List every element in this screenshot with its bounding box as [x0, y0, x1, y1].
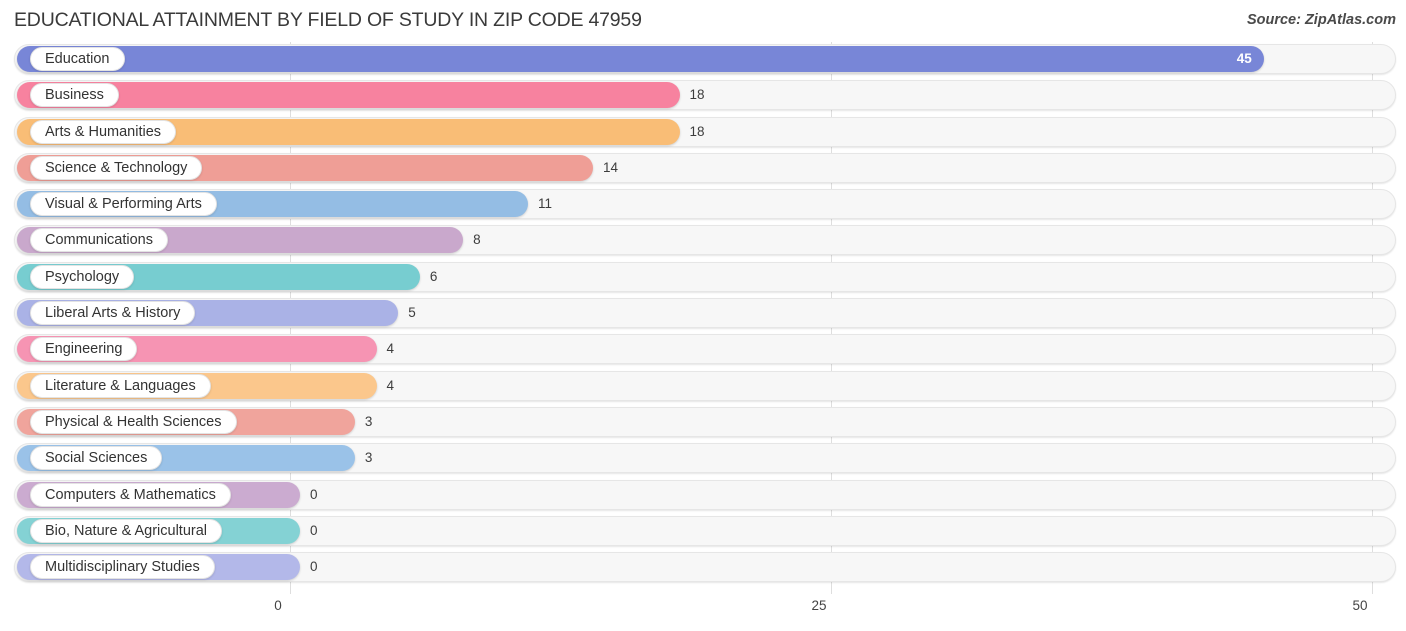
bar-value-label: 4: [386, 341, 395, 357]
bar-row: 18 Arts & Humanities: [0, 115, 1406, 151]
bar-value-label: 4: [386, 377, 395, 393]
x-axis: 0 25 50: [0, 594, 1406, 631]
chart-header: EDUCATIONAL ATTAINMENT BY FIELD OF STUDY…: [0, 0, 1406, 42]
bar-value-label: 11: [538, 196, 553, 212]
category-label: Liberal Arts & History: [30, 301, 196, 326]
bar-value-label: 0: [310, 486, 318, 502]
category-label: Multidisciplinary Studies: [30, 555, 215, 580]
bar-row: 4 Literature & Languages: [0, 369, 1406, 405]
category-label: Computers & Mathematics: [30, 482, 231, 507]
bar-row: 0 Computers & Mathematics: [0, 478, 1406, 514]
bar-value-label: 5: [408, 305, 416, 321]
x-tick-label: 25: [811, 598, 827, 613]
bar-chart-plot-area: 45 Education 18 Business 18 Arts & Humanities…: [0, 42, 1406, 594]
bar-row: 3 Physical & Health Sciences: [0, 405, 1406, 441]
bar[interactable]: 45: [17, 46, 1264, 72]
bar-value-label: 3: [364, 413, 373, 429]
category-label: Physical & Health Sciences: [30, 409, 237, 434]
x-tick-label: 50: [1352, 598, 1368, 613]
category-label: Business: [30, 83, 119, 108]
bar-row: 14 Science & Technology: [0, 151, 1406, 187]
bar-value-label: 8: [473, 232, 481, 248]
bar-row: 8 Communications: [0, 223, 1406, 259]
bar-value-label: 14: [602, 159, 618, 175]
category-label: Psychology: [30, 264, 135, 289]
bar-row: 6 Psychology: [0, 260, 1406, 296]
category-label: Literature & Languages: [30, 373, 211, 398]
category-label: Social Sciences: [30, 446, 163, 471]
bar-value-label: 18: [689, 123, 705, 139]
bar-value-label: 18: [689, 87, 705, 103]
category-label: Engineering: [30, 337, 138, 362]
bar-value-label: 6: [429, 268, 438, 284]
source-attribution: Source: ZipAtlas.com: [1246, 12, 1396, 28]
category-label: Communications: [30, 228, 168, 253]
bar-row: 4 Engineering: [0, 332, 1406, 368]
bar-value-label: 0: [310, 559, 318, 575]
category-label: Education: [30, 47, 125, 71]
category-label: Science & Technology: [30, 155, 203, 180]
bar-row: 11 Visual & Performing Arts: [0, 187, 1406, 223]
bar-value-label: 0: [310, 522, 318, 538]
page-title: EDUCATIONAL ATTAINMENT BY FIELD OF STUDY…: [14, 9, 642, 31]
bar-row: 0 Bio, Nature & Agricultural: [0, 514, 1406, 550]
bar-value-label: 45: [1236, 51, 1252, 66]
bar-row: 5 Liberal Arts & History: [0, 296, 1406, 332]
category-label: Visual & Performing Arts: [30, 192, 217, 217]
bar-row: 18 Business: [0, 78, 1406, 114]
category-label: Bio, Nature & Agricultural: [30, 518, 222, 543]
bar-row: 3 Social Sciences: [0, 441, 1406, 477]
bar-rows: 45 Education 18 Business 18 Arts & Humanities…: [0, 42, 1406, 586]
bar-value-label: 3: [364, 450, 373, 466]
category-label: Arts & Humanities: [30, 119, 177, 144]
bar-row: 45 Education: [0, 42, 1406, 78]
bar-row: 0 Multidisciplinary Studies: [0, 550, 1406, 586]
x-tick-label: 0: [274, 598, 282, 613]
